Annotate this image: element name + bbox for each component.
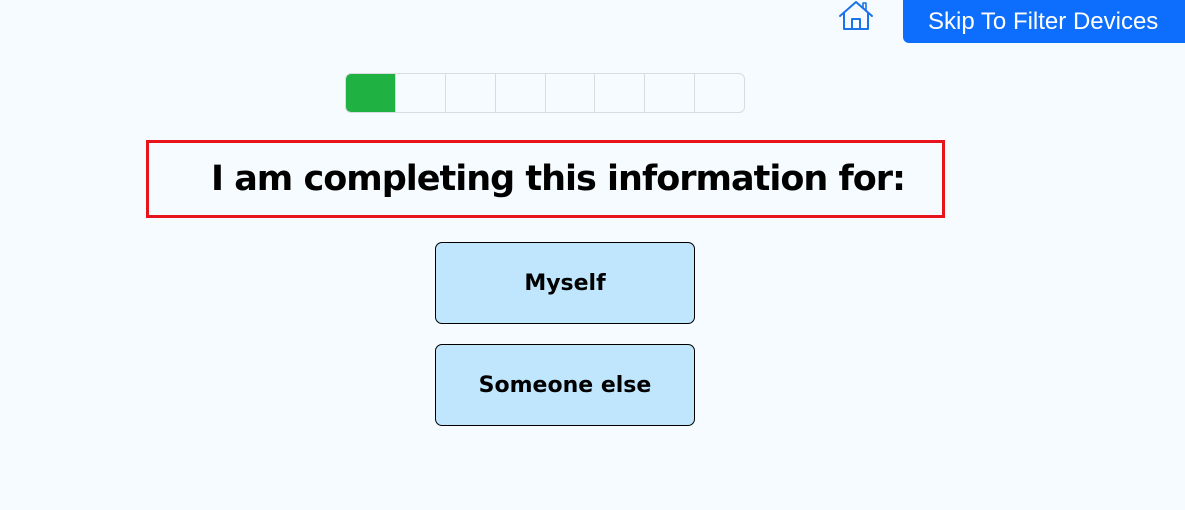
progress-segment [595, 74, 646, 112]
question-highlight-box: I am completing this information for: [146, 140, 945, 218]
progress-segment [396, 74, 446, 112]
progress-segment [496, 74, 546, 112]
progress-segment [446, 74, 496, 112]
progress-segment [645, 74, 696, 112]
option-myself-button[interactable]: Myself [435, 242, 695, 324]
progress-segment [546, 74, 596, 112]
progress-bar [345, 73, 745, 113]
progress-segment-complete [346, 74, 396, 112]
option-someone-else-button[interactable]: Someone else [435, 344, 695, 426]
progress-segment [695, 74, 744, 112]
questionnaire-page: Skip To Filter Devices I am completing t… [0, 0, 1185, 510]
question-title: I am completing this information for: [210, 159, 906, 199]
skip-to-filter-devices-button[interactable]: Skip To Filter Devices [903, 0, 1185, 43]
home-icon[interactable] [837, 0, 875, 32]
